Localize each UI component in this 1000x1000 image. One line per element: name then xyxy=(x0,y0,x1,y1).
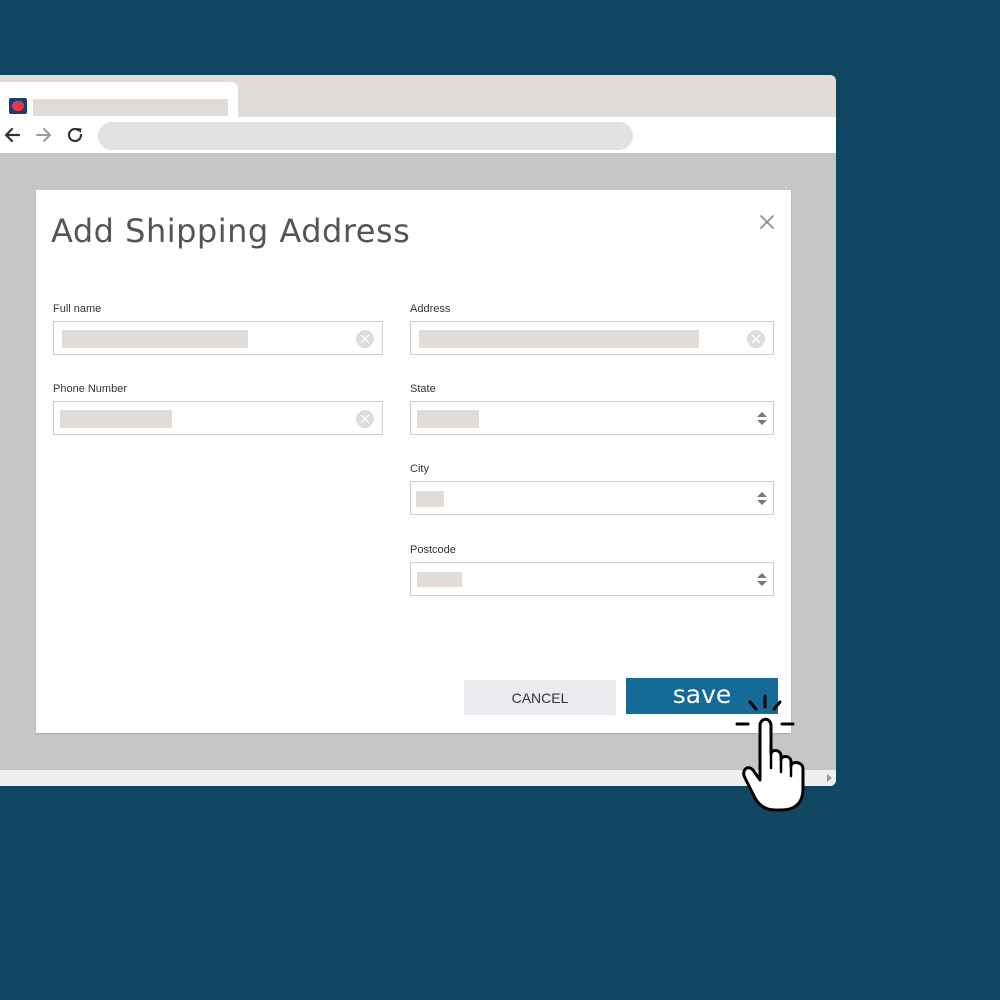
tab-title-placeholder xyxy=(33,99,228,116)
postcode-up-down-arrows-icon[interactable] xyxy=(757,573,767,587)
pointing-hand-click-icon xyxy=(733,694,813,812)
add-shipping-address-dialog: Add Shipping Address Full name Phone Num… xyxy=(36,190,791,733)
phone-number-input[interactable] xyxy=(53,401,383,435)
cancel-button[interactable]: CANCEL xyxy=(464,680,616,715)
back-arrow-icon[interactable] xyxy=(3,126,23,144)
full-name-label: Full name xyxy=(53,303,102,315)
postcode-label: Postcode xyxy=(410,544,456,556)
city-label: City xyxy=(410,463,429,475)
postcode-value-placeholder xyxy=(417,572,462,587)
city-select[interactable] xyxy=(410,481,774,515)
city-value-placeholder xyxy=(416,491,444,507)
state-label: State xyxy=(410,383,436,395)
reload-icon[interactable] xyxy=(66,126,86,144)
city-up-down-arrows-icon[interactable] xyxy=(757,492,767,506)
clear-phone-number-icon[interactable] xyxy=(356,410,374,428)
state-select[interactable] xyxy=(410,401,774,435)
address-input[interactable] xyxy=(410,321,774,355)
address-value-placeholder xyxy=(419,330,699,348)
close-icon[interactable] xyxy=(758,213,776,231)
horizontal-scrollbar[interactable] xyxy=(0,770,836,786)
phone-number-label: Phone Number xyxy=(53,383,127,395)
state-up-down-arrows-icon[interactable] xyxy=(757,412,767,426)
browser-toolbar xyxy=(0,117,836,153)
forward-arrow-icon[interactable] xyxy=(34,126,54,144)
clear-full-name-icon[interactable] xyxy=(356,330,374,348)
phone-number-value-placeholder xyxy=(60,410,172,428)
full-name-value-placeholder xyxy=(62,330,248,348)
state-value-placeholder xyxy=(417,410,479,428)
browser-tab[interactable] xyxy=(0,82,238,117)
clear-address-icon[interactable] xyxy=(747,330,765,348)
address-label: Address xyxy=(410,303,451,315)
tab-strip xyxy=(0,75,836,117)
scroll-right-arrow-icon[interactable] xyxy=(827,774,832,782)
dialog-title: Add Shipping Address xyxy=(51,212,411,250)
address-bar[interactable] xyxy=(98,122,633,150)
full-name-input[interactable] xyxy=(53,321,383,355)
postcode-select[interactable] xyxy=(410,562,774,596)
site-favicon-icon xyxy=(9,98,27,114)
